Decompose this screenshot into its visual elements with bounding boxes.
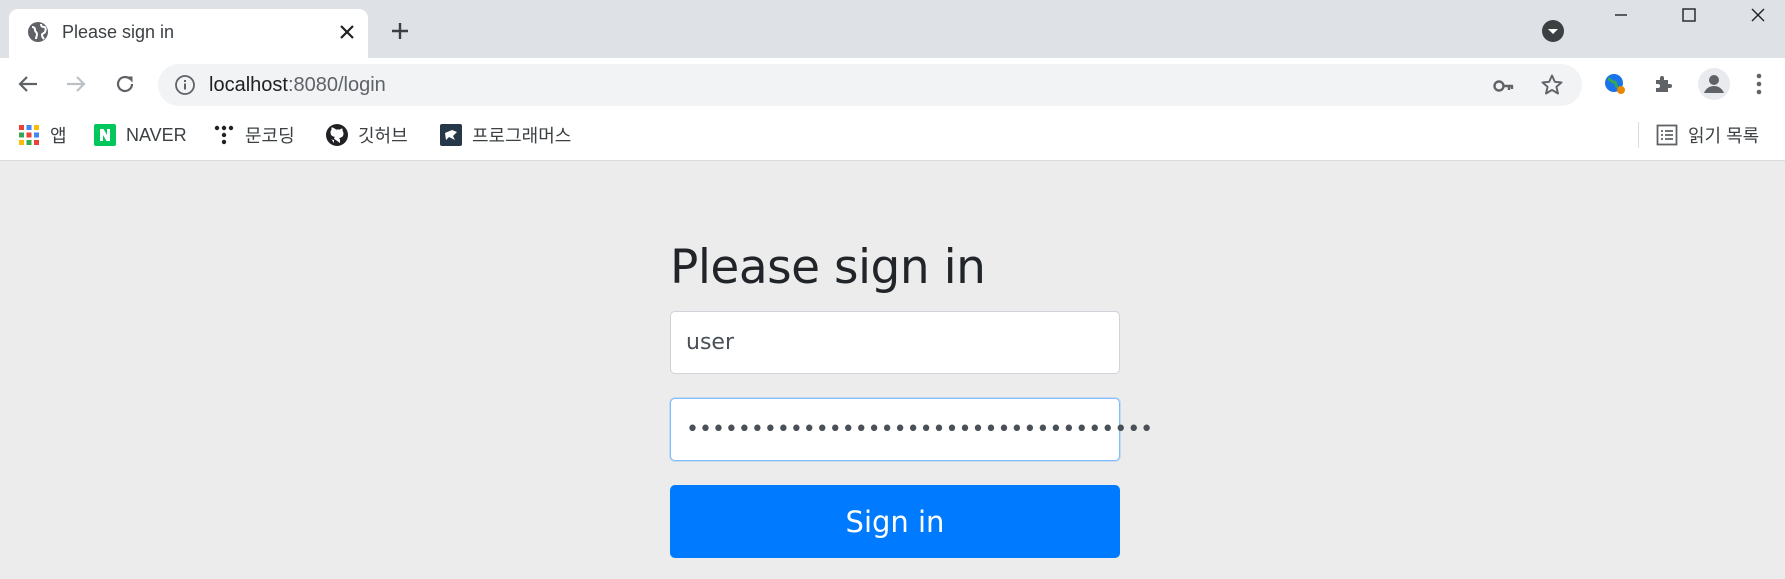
- username-input[interactable]: user: [670, 311, 1120, 374]
- key-icon[interactable]: [1492, 74, 1516, 98]
- tab-search-icon[interactable]: [1541, 19, 1565, 43]
- moon-coding-icon: [213, 124, 235, 146]
- maximize-icon[interactable]: [1666, 0, 1712, 30]
- translate-extension-icon[interactable]: [1601, 70, 1629, 98]
- naver-icon: [94, 124, 116, 146]
- reading-list-button[interactable]: 읽기 목록: [1656, 121, 1759, 149]
- url-host: localhost: [209, 74, 288, 96]
- reading-list-icon: [1656, 124, 1678, 146]
- bookmark-apps[interactable]: 앱: [18, 121, 67, 149]
- bookmark-programmers[interactable]: 프로그래머스: [440, 121, 571, 149]
- bookmark-label: 문코딩: [245, 126, 295, 146]
- globe-icon: [27, 21, 49, 43]
- page-title: Please sign in: [670, 240, 986, 295]
- tab-strip: Please sign in: [0, 0, 1785, 58]
- bookmarks-separator: [1638, 122, 1639, 148]
- bookmarks-bar: 앱 NAVER 문코딩 깃허브 프로그래머스 읽기 목록: [0, 110, 1785, 161]
- reload-icon[interactable]: [111, 70, 139, 98]
- bookmark-label: NAVER: [126, 124, 187, 145]
- bookmark-label: 프로그래머스: [472, 126, 572, 146]
- username-value: user: [686, 330, 734, 355]
- sign-in-button[interactable]: Sign in: [670, 485, 1120, 558]
- bookmark-mooncoding[interactable]: 문코딩: [213, 121, 295, 149]
- back-arrow-icon[interactable]: [14, 70, 42, 98]
- github-icon: [326, 124, 348, 146]
- bookmark-label: 앱: [50, 126, 67, 146]
- forward-arrow-icon[interactable]: [62, 70, 90, 98]
- reading-list-label: 읽기 목록: [1688, 126, 1760, 146]
- bookmark-github[interactable]: 깃허브: [326, 121, 408, 149]
- close-tab-icon[interactable]: [334, 19, 360, 45]
- minimize-icon[interactable]: [1598, 0, 1644, 30]
- bookmark-naver[interactable]: NAVER: [94, 121, 187, 149]
- active-tab[interactable]: Please sign in: [9, 9, 368, 58]
- new-tab-button[interactable]: [386, 17, 414, 45]
- browser-toolbar: localhost:8080/login: [0, 58, 1785, 110]
- apps-grid-icon: [18, 124, 40, 146]
- tab-title: Please sign in: [62, 22, 175, 42]
- profile-avatar-icon[interactable]: [1697, 67, 1731, 101]
- address-bar[interactable]: localhost:8080/login: [158, 64, 1582, 106]
- password-input[interactable]: ••••••••••••••••••••••••••••••••••••: [670, 398, 1153, 461]
- url-text: localhost:8080/login: [209, 74, 386, 97]
- bookmark-label: 깃허브: [358, 126, 408, 146]
- menu-kebab-icon[interactable]: [1745, 70, 1773, 98]
- window-close-icon[interactable]: [1735, 0, 1781, 30]
- site-info-icon[interactable]: [174, 74, 196, 96]
- programmers-icon: [440, 124, 462, 146]
- url-path: :8080/login: [287, 74, 386, 96]
- bookmark-star-icon[interactable]: [1540, 73, 1564, 97]
- password-value: ••••••••••••••••••••••••••••••••••••: [686, 416, 1154, 442]
- extensions-puzzle-icon[interactable]: [1650, 70, 1678, 98]
